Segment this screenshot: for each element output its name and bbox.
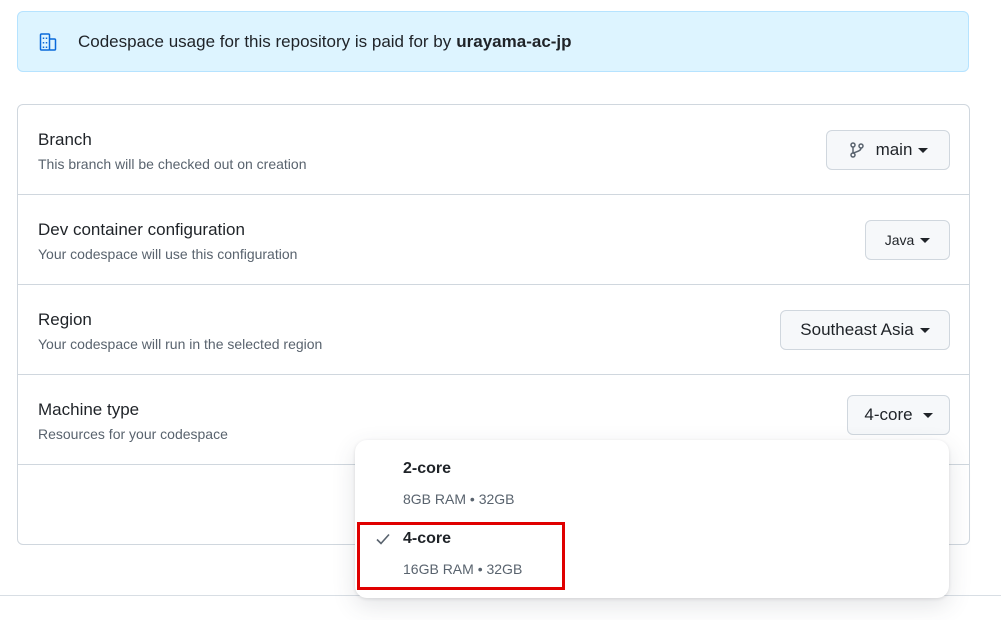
region-description: Your codespace will run in the selected … [38, 336, 323, 352]
machine-option-4-core[interactable]: 4-core 16GB RAM • 32GB [355, 510, 949, 580]
machine-option-specs: 16GB RAM • 32GB [403, 561, 523, 577]
branch-title: Branch [38, 130, 92, 149]
check-icon [375, 531, 391, 547]
banner-org-name: urayama-ac-jp [456, 31, 572, 51]
banner-text: Codespace usage for this repository is p… [78, 31, 452, 51]
machine-type-select-value: 4-core [864, 405, 913, 424]
machine-type-description: Resources for your codespace [38, 426, 228, 442]
machine-type-select-button[interactable]: 4-core [847, 395, 950, 435]
machine-option-label: 2-core [403, 460, 452, 477]
git-branch-icon [848, 141, 866, 159]
caret-down-icon [918, 147, 929, 153]
devcontainer-select-button[interactable]: Java [865, 220, 950, 260]
devcontainer-description: Your codespace will use this configurati… [38, 246, 298, 262]
machine-option-label: 4-core [403, 530, 452, 547]
machine-type-menu: 2-core 8GB RAM • 32GB 4-core 16GB RAM • … [355, 440, 949, 598]
region-row: Region Your codespace will run in the se… [18, 285, 969, 375]
devcontainer-row: Dev container configuration Your codespa… [18, 195, 969, 285]
branch-select-value: main [875, 140, 913, 159]
organization-icon [38, 32, 58, 52]
billing-banner: Codespace usage for this repository is p… [17, 11, 969, 72]
branch-row: Branch This branch will be checked out o… [18, 105, 969, 195]
machine-option-specs: 8GB RAM • 32GB [403, 491, 515, 507]
region-select-button[interactable]: Southeast Asia [780, 310, 950, 350]
caret-down-icon [922, 412, 933, 418]
machine-type-title: Machine type [38, 400, 140, 419]
caret-down-icon [919, 327, 930, 333]
machine-option-2-core[interactable]: 2-core 8GB RAM • 32GB [355, 440, 949, 510]
branch-select-button[interactable]: main [826, 130, 950, 170]
caret-down-icon [920, 237, 931, 243]
branch-description: This branch will be checked out on creat… [38, 156, 307, 172]
region-title: Region [38, 310, 92, 329]
devcontainer-select-value: Java [884, 232, 915, 248]
region-select-value: Southeast Asia [800, 320, 914, 339]
devcontainer-title: Dev container configuration [38, 220, 245, 239]
